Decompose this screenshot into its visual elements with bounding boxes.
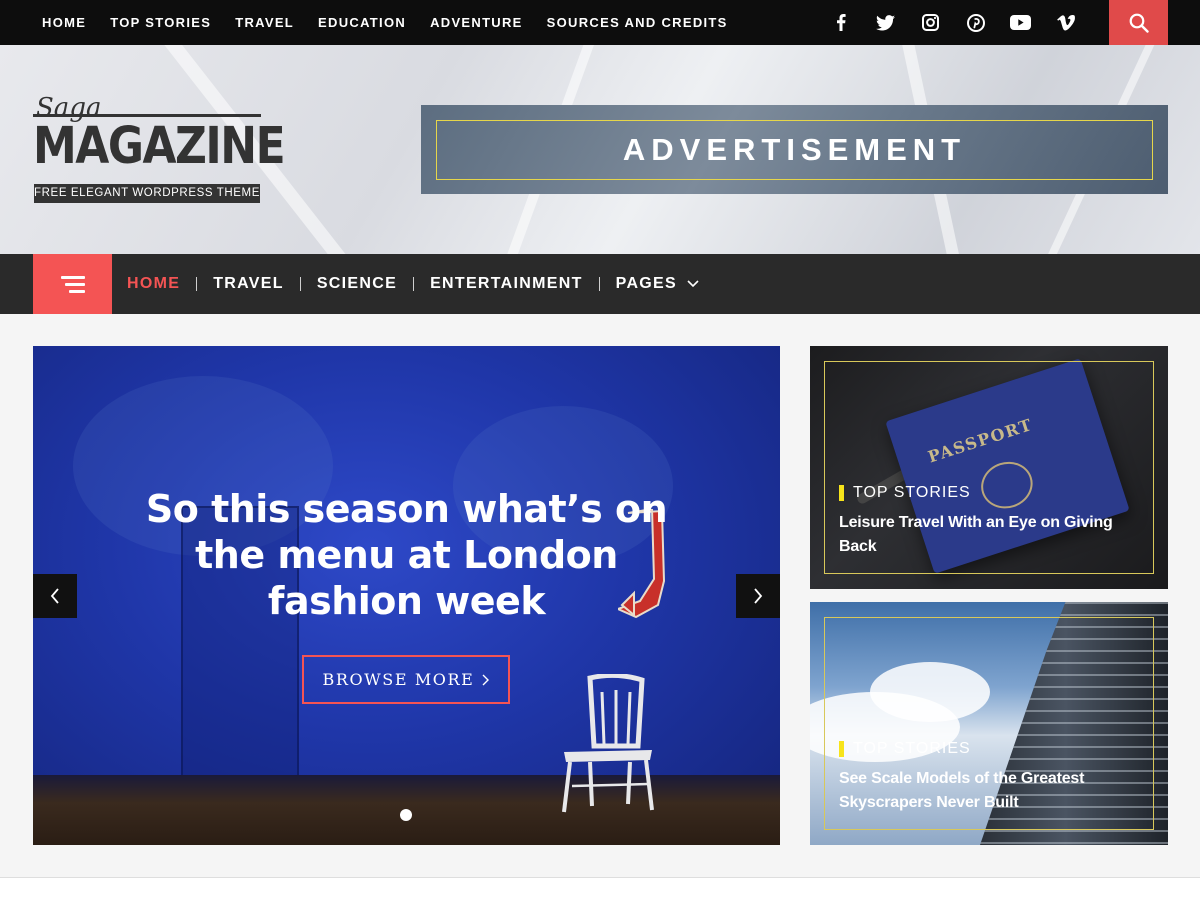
vimeo-icon[interactable] — [1043, 0, 1088, 45]
top-nav-home[interactable]: HOME — [42, 15, 86, 30]
card-title[interactable]: See Scale Models of the Greatest Skyscra… — [839, 767, 1139, 815]
slider-dot[interactable] — [400, 809, 412, 821]
main-nav-pages[interactable]: PAGES — [616, 275, 699, 293]
chevron-left-icon — [50, 588, 59, 604]
main-nav: HOME TRAVEL SCIENCE ENTERTAINMENT PAGES — [0, 254, 1200, 314]
chair-image — [562, 674, 654, 813]
top-nav-travel[interactable]: TRAVEL — [235, 15, 294, 30]
top-bar: HOME TOP STORIES TRAVEL EDUCATION ADVENT… — [0, 0, 1200, 45]
logo-tagline: FREE ELEGANT WORDPRESS THEME — [34, 184, 260, 203]
footer-area — [0, 878, 1200, 900]
top-nav-education[interactable]: EDUCATION — [318, 15, 406, 30]
main-nav-travel[interactable]: TRAVEL — [213, 275, 284, 293]
side-card-skyscrapers[interactable]: TOP STORIES See Scale Models of the Grea… — [810, 602, 1168, 845]
search-button[interactable] — [1109, 0, 1168, 45]
slider-prev-button[interactable] — [33, 574, 77, 618]
chevron-right-icon — [754, 588, 763, 604]
logo-name: MAGAZINE — [33, 117, 286, 176]
nav-separator — [299, 277, 301, 291]
main-nav-home[interactable]: HOME — [127, 275, 180, 293]
nav-separator — [413, 277, 415, 291]
top-nav-sources-and-credits[interactable]: SOURCES AND CREDITS — [547, 15, 728, 30]
nav-separator — [196, 277, 198, 291]
nav-separator — [598, 277, 600, 291]
advertisement-frame: ADVERTISEMENT — [436, 120, 1153, 180]
site-logo[interactable]: Saga MAGAZINE FREE ELEGANT WORDPRESS THE… — [33, 93, 286, 209]
main-nav-entertainment[interactable]: ENTERTAINMENT — [430, 275, 583, 293]
facebook-icon[interactable] — [818, 0, 863, 45]
featured-slider[interactable]: So this season what’s on the menu at Lon… — [33, 346, 780, 845]
browse-more-label: BROWSE MORE — [322, 670, 475, 689]
main-nav-links: HOME TRAVEL SCIENCE ENTERTAINMENT PAGES — [127, 254, 699, 314]
twitter-icon[interactable] — [863, 0, 908, 45]
main-nav-pages-label: PAGES — [615, 275, 677, 292]
side-card-travel[interactable]: PASSPORT TOP STORIES Leisure Travel With… — [810, 346, 1168, 589]
hamburger-icon[interactable] — [33, 254, 112, 314]
instagram-icon[interactable] — [908, 0, 953, 45]
advertisement-banner[interactable]: ADVERTISEMENT — [421, 105, 1168, 194]
main-nav-science[interactable]: SCIENCE — [317, 275, 397, 293]
card-title[interactable]: Leisure Travel With an Eye on Giving Bac… — [839, 511, 1139, 559]
slider-next-button[interactable] — [736, 574, 780, 618]
card-category[interactable]: TOP STORIES — [839, 740, 971, 758]
browse-more-button[interactable]: BROWSE MORE — [302, 655, 510, 704]
advertisement-label: ADVERTISEMENT — [622, 132, 967, 167]
card-category[interactable]: TOP STORIES — [839, 484, 971, 502]
pinterest-icon[interactable] — [953, 0, 998, 45]
site-header: Saga MAGAZINE FREE ELEGANT WORDPRESS THE… — [0, 45, 1200, 254]
search-icon — [1129, 13, 1149, 33]
top-nav: HOME TOP STORIES TRAVEL EDUCATION ADVENT… — [42, 0, 752, 45]
chevron-right-icon — [482, 674, 490, 685]
youtube-icon[interactable] — [998, 0, 1043, 45]
slide-title[interactable]: So this season what’s on the menu at Lon… — [133, 486, 680, 624]
top-nav-top-stories[interactable]: TOP STORIES — [110, 15, 211, 30]
chevron-down-icon — [687, 280, 699, 287]
top-nav-adventure[interactable]: ADVENTURE — [430, 15, 523, 30]
social-links — [818, 0, 1088, 45]
